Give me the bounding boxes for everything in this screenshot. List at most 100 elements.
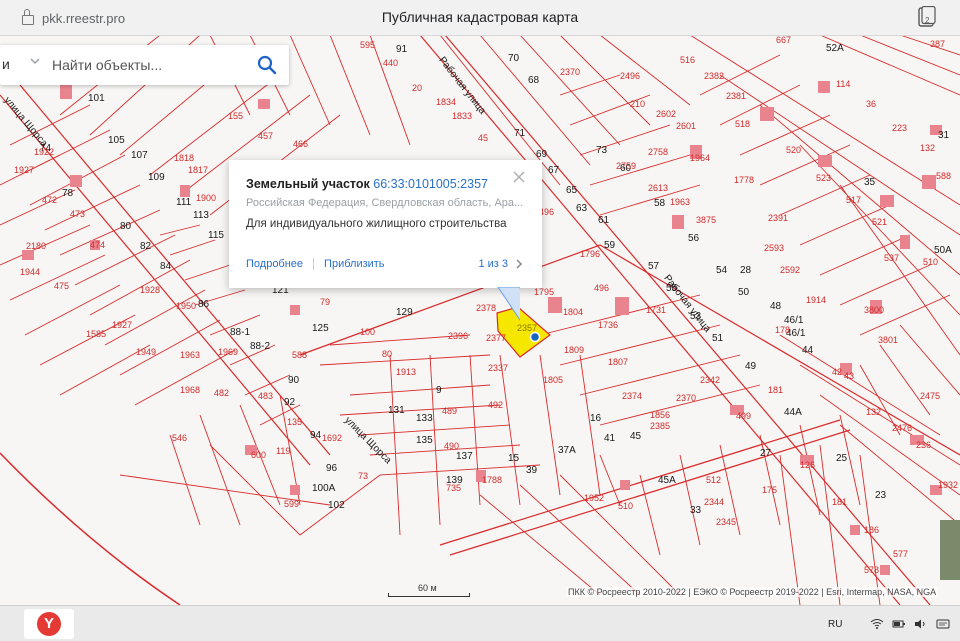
parcel-number: 387 bbox=[930, 39, 946, 49]
house-number: 56 bbox=[688, 233, 700, 244]
parcel-number: 2370 bbox=[676, 393, 697, 403]
parcel-number: 492 bbox=[488, 400, 504, 410]
house-number: 131 bbox=[388, 405, 405, 416]
house-number: 54 bbox=[716, 265, 728, 276]
parcel-number: 2476 bbox=[892, 423, 913, 433]
parcel-number: 1914 bbox=[806, 295, 827, 305]
house-number: 102 bbox=[328, 500, 345, 511]
house-number: 111 bbox=[176, 197, 192, 208]
parcel-number: 2592 bbox=[780, 265, 801, 275]
parcel-number: 114 bbox=[836, 79, 851, 89]
house-number: 71 bbox=[514, 128, 526, 139]
close-icon[interactable] bbox=[512, 170, 526, 184]
parcel-number: 474 bbox=[90, 240, 106, 250]
parcel-number: 1778 bbox=[734, 175, 755, 185]
yandex-logo-icon: Y bbox=[37, 612, 61, 636]
parcel-number: 466 bbox=[293, 139, 309, 149]
parcel-info-popup: Земельный участок 66:33:0101005:2357 Рос… bbox=[229, 160, 542, 288]
house-number: 23 bbox=[875, 490, 887, 501]
parcel-number: 2602 bbox=[656, 109, 677, 119]
parcel-number: 546 bbox=[172, 433, 188, 443]
page-title: Публичная кадастровая карта bbox=[381, 9, 579, 25]
selected-point-marker[interactable] bbox=[529, 331, 541, 343]
parcel-number: 1928 bbox=[140, 285, 161, 295]
parcel-number: 2370 bbox=[560, 67, 581, 77]
parcel-number: 489 bbox=[442, 406, 458, 416]
parcel-number: 496 bbox=[594, 283, 610, 293]
parcel-number: 42 bbox=[832, 367, 843, 377]
wifi-icon[interactable] bbox=[870, 619, 884, 629]
house-number: 105 bbox=[108, 135, 125, 146]
house-number: 129 bbox=[396, 307, 413, 318]
parcel-number: 2391 bbox=[768, 213, 789, 223]
parcel-number: 1952 bbox=[584, 493, 605, 503]
popup-title: Земельный участок 66:33:0101005:2357 bbox=[246, 177, 488, 191]
parcel-number: 599 bbox=[284, 499, 300, 509]
parcel-number: 2342 bbox=[700, 375, 721, 385]
parcel-number: 517 bbox=[846, 195, 862, 205]
parcel-purpose: Для индивидуального жилищного строительс… bbox=[246, 218, 507, 230]
parcel-number: 735 bbox=[446, 483, 462, 493]
house-number: 48 bbox=[770, 301, 782, 312]
parcel-number: 1809 bbox=[564, 345, 585, 355]
parcel-number: 1834 bbox=[436, 97, 457, 107]
parcel-number: 119 bbox=[276, 446, 291, 456]
volume-icon[interactable] bbox=[914, 619, 928, 629]
parcel-number: 457 bbox=[258, 131, 274, 141]
parcel-number: 510 bbox=[923, 257, 939, 267]
keyboard-language[interactable]: RU bbox=[828, 619, 842, 630]
layers-menu-fragment[interactable]: и bbox=[2, 56, 10, 72]
house-number: 70 bbox=[508, 53, 520, 64]
house-number: 101 bbox=[88, 93, 105, 104]
zoom-link[interactable]: Приблизить bbox=[324, 258, 385, 270]
details-link[interactable]: Подробнее bbox=[246, 258, 303, 270]
parcel-number: 1950 bbox=[176, 301, 197, 311]
search-panel: и bbox=[0, 45, 289, 85]
parcel-number: 132 bbox=[866, 407, 882, 417]
parcel-number: 595 bbox=[360, 40, 376, 50]
battery-icon[interactable] bbox=[892, 619, 906, 629]
chevron-right-icon[interactable] bbox=[515, 259, 523, 269]
house-number: 80 bbox=[120, 221, 132, 232]
house-number: 84 bbox=[160, 261, 172, 272]
selected-parcel-number: 2357 bbox=[517, 323, 538, 333]
house-number: 91 bbox=[396, 44, 408, 55]
parcel-number: 1804 bbox=[563, 307, 584, 317]
search-icon[interactable] bbox=[256, 54, 278, 76]
basemap-thumbnail[interactable] bbox=[940, 520, 960, 580]
scale-label: 60 м bbox=[418, 583, 437, 593]
search-input[interactable] bbox=[50, 54, 244, 76]
parcel-number: 2613 bbox=[648, 183, 669, 193]
parcel-number: 588 bbox=[936, 171, 952, 181]
parcel-number: 516 bbox=[680, 55, 696, 65]
house-number: 44A bbox=[784, 407, 802, 418]
parcel-number: 1900 bbox=[196, 193, 217, 203]
parcel-number: 175 bbox=[762, 485, 778, 495]
parcel-number: 483 bbox=[258, 391, 274, 401]
chevron-down-icon[interactable] bbox=[30, 56, 40, 66]
parcel-number: 1949 bbox=[136, 347, 157, 357]
parcel-number: 1927 bbox=[14, 165, 35, 175]
house-number: 50A bbox=[934, 245, 952, 256]
parcel-number: 537 bbox=[884, 253, 900, 263]
tabs-icon[interactable]: 2 bbox=[918, 5, 936, 28]
house-number: 133 bbox=[416, 413, 433, 424]
parcel-number: 2345 bbox=[716, 517, 737, 527]
house-number: 35 bbox=[864, 177, 876, 188]
parcel-number: 1913 bbox=[396, 367, 417, 377]
house-number: 92 bbox=[284, 397, 296, 408]
object-type: Земельный участок bbox=[246, 177, 370, 191]
notification-icon[interactable] bbox=[936, 619, 950, 629]
parcel-number: 2381 bbox=[726, 91, 747, 101]
house-number: 15 bbox=[508, 453, 520, 464]
parcel-number: 2374 bbox=[622, 391, 643, 401]
house-number: 69 bbox=[536, 149, 548, 160]
parcel-number: 1736 bbox=[598, 320, 619, 330]
parcel-number: 20 bbox=[412, 83, 423, 93]
parcel-number: 1795 bbox=[534, 287, 555, 297]
house-number: 67 bbox=[548, 165, 560, 176]
house-number: 90 bbox=[288, 375, 300, 386]
parcel-number: 600 bbox=[251, 450, 267, 460]
yandex-browser-button[interactable]: Y bbox=[24, 609, 74, 639]
cadastral-number-link[interactable]: 66:33:0101005:2357 bbox=[373, 177, 488, 191]
